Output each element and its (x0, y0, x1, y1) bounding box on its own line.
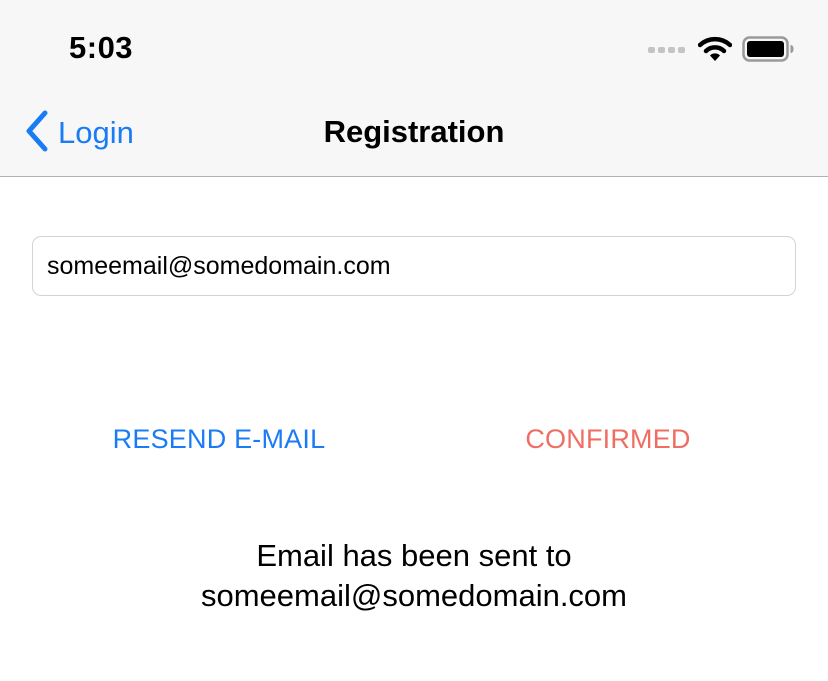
confirmed-button[interactable]: CONFIRMED (414, 424, 802, 455)
message-line-2: someemail@somedomain.com (200, 578, 627, 613)
email-sent-message: Email has been sent to someemail@somedom… (0, 536, 828, 616)
status-bar: 5:03 (0, 0, 828, 96)
navigation-bar: Login Registration (0, 96, 828, 177)
cellular-signal-icon (648, 42, 688, 60)
status-icons (648, 35, 794, 67)
battery-icon (742, 35, 794, 67)
wifi-icon (697, 36, 733, 67)
message-line-1: Email has been sent to (256, 538, 572, 573)
resend-email-button[interactable]: RESEND E-MAIL (0, 424, 438, 455)
email-field[interactable] (32, 236, 796, 296)
status-time: 5:03 (69, 30, 134, 65)
page-title: Registration (323, 114, 505, 149)
